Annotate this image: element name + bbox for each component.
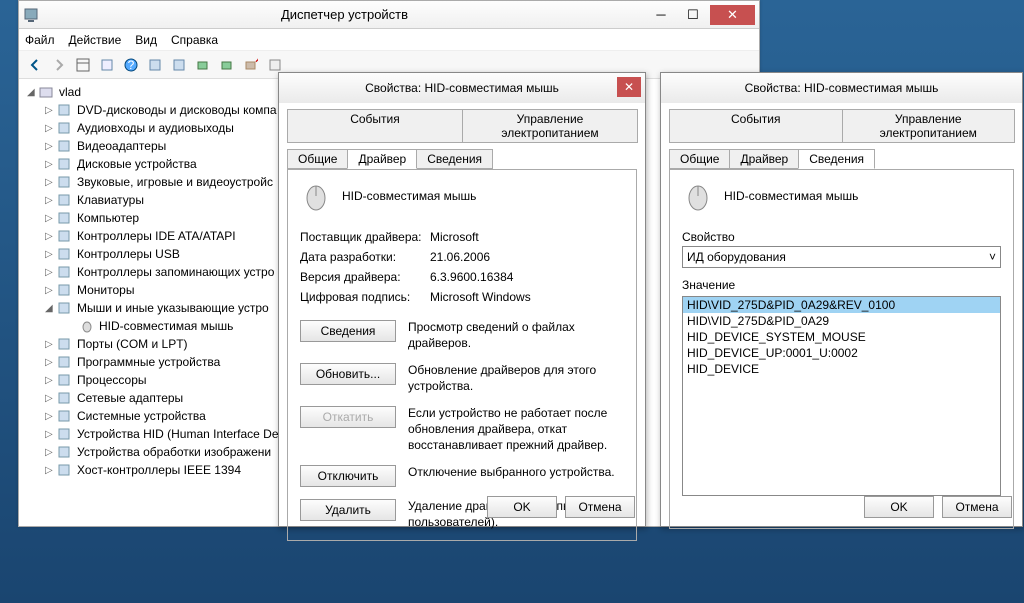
cancel-button[interactable]: Отмена <box>565 496 635 518</box>
tab-body: HID-совместимая мышь Свойство ИД оборудо… <box>669 169 1014 529</box>
properties-dialog-details: Свойства: HID-совместимая мышь События У… <box>660 72 1023 527</box>
detail-icon[interactable] <box>73 55 93 75</box>
info-row: Цифровая подпись:Microsoft Windows <box>300 290 624 304</box>
action-button[interactable]: Отключить <box>300 465 396 487</box>
info-value: Microsoft Windows <box>430 290 531 304</box>
app-icon <box>23 7 39 23</box>
tab-events[interactable]: События <box>669 109 843 143</box>
list-item[interactable]: HID_DEVICE_UP:0001_U:0002 <box>683 345 1000 361</box>
info-row: Версия драйвера:6.3.9600.16384 <box>300 270 624 284</box>
update-icon[interactable] <box>217 55 237 75</box>
button-row: Отключить Отключение выбранного устройств… <box>300 465 624 487</box>
cancel-button[interactable]: Отмена <box>942 496 1012 518</box>
tab-details[interactable]: Сведения <box>798 149 875 169</box>
forward-icon[interactable] <box>49 55 69 75</box>
svg-text:✕: ✕ <box>254 58 258 66</box>
info-value: 21.06.2006 <box>430 250 490 264</box>
help-icon[interactable]: ? <box>121 55 141 75</box>
minimize-button[interactable]: ─ <box>646 5 676 25</box>
close-button[interactable]: ✕ <box>710 5 755 25</box>
window-title: Диспетчер устройств <box>45 7 644 22</box>
tab-general[interactable]: Общие <box>287 149 348 169</box>
button-row: Обновить... Обновление драйверов для этог… <box>300 363 624 394</box>
value-listbox[interactable]: HID\VID_275D&PID_0A29&REV_0100HID\VID_27… <box>682 296 1001 496</box>
menu-file[interactable]: Файл <box>25 33 55 47</box>
device-name: HID-совместимая мышь <box>724 189 858 203</box>
ok-button[interactable]: OK <box>864 496 934 518</box>
mouse-icon <box>300 180 332 212</box>
tab-row-top: События Управление электропитанием <box>287 109 637 143</box>
list-item[interactable]: HID\VID_275D&PID_0A29&REV_0100 <box>683 297 1000 313</box>
info-label: Дата разработки: <box>300 250 430 264</box>
properties-dialog-driver: Свойства: HID-совместимая мышь ✕ События… <box>278 72 646 527</box>
property-label: Свойство <box>682 230 1001 244</box>
properties-icon[interactable] <box>97 55 117 75</box>
dialog-title-text: Свойства: HID-совместимая мышь <box>745 81 939 95</box>
combo-value: ИД оборудования <box>687 250 786 264</box>
tab-details[interactable]: Сведения <box>416 149 493 169</box>
close-icon[interactable]: ✕ <box>617 77 641 97</box>
tab-row-top: События Управление электропитанием <box>669 109 1014 143</box>
property-combo[interactable]: ИД оборудования ˅ <box>682 246 1001 268</box>
tab-driver[interactable]: Драйвер <box>729 149 799 169</box>
info-label: Версия драйвера: <box>300 270 430 284</box>
list-item[interactable]: HID_DEVICE <box>683 361 1000 377</box>
chevron-down-icon: ˅ <box>989 250 996 264</box>
action-button[interactable]: Сведения <box>300 320 396 342</box>
value-label: Значение <box>682 278 1001 292</box>
ok-button[interactable]: OK <box>487 496 557 518</box>
action-button[interactable]: Обновить... <box>300 363 396 385</box>
titlebar: Диспетчер устройств ─ ☐ ✕ <box>19 1 759 29</box>
button-desc: Просмотр сведений о файлах драйверов. <box>408 320 624 351</box>
info-label: Цифровая подпись: <box>300 290 430 304</box>
dialog-title: Свойства: HID-совместимая мышь <box>661 73 1022 103</box>
menu-help[interactable]: Справка <box>171 33 218 47</box>
dialog-title-text: Свойства: HID-совместимая мышь <box>365 81 559 95</box>
menu-action[interactable]: Действие <box>69 33 122 47</box>
tab-body: HID-совместимая мышь Поставщик драйвера:… <box>287 169 637 541</box>
button-desc: Отключение выбранного устройства. <box>408 465 624 481</box>
tab-general[interactable]: Общие <box>669 149 730 169</box>
list-item[interactable]: HID_DEVICE_SYSTEM_MOUSE <box>683 329 1000 345</box>
maximize-button[interactable]: ☐ <box>678 5 708 25</box>
dialog-title: Свойства: HID-совместимая мышь ✕ <box>279 73 645 103</box>
info-row: Поставщик драйвера:Microsoft <box>300 230 624 244</box>
tool-icon-1[interactable] <box>145 55 165 75</box>
button-desc: Обновление драйверов для этого устройств… <box>408 363 624 394</box>
tab-driver[interactable]: Драйвер <box>347 149 417 169</box>
tab-row-bottom: Общие Драйвер Сведения <box>669 149 1014 169</box>
mouse-icon <box>682 180 714 212</box>
button-row: Сведения Просмотр сведений о файлах драйв… <box>300 320 624 351</box>
device-name: HID-совместимая мышь <box>342 189 476 203</box>
tool-icon-2[interactable] <box>169 55 189 75</box>
svg-text:?: ? <box>128 58 135 72</box>
tab-power[interactable]: Управление электропитанием <box>842 109 1016 143</box>
info-value: 6.3.9600.16384 <box>430 270 513 284</box>
tab-row-bottom: Общие Драйвер Сведения <box>287 149 637 169</box>
tab-events[interactable]: События <box>287 109 463 143</box>
action-button[interactable]: Удалить <box>300 499 396 521</box>
tab-power[interactable]: Управление электропитанием <box>462 109 638 143</box>
menu-view[interactable]: Вид <box>135 33 157 47</box>
uninstall-icon[interactable]: ✕ <box>241 55 261 75</box>
button-row: Откатить Если устройство не работает посл… <box>300 406 624 453</box>
scan-icon[interactable] <box>193 55 213 75</box>
menubar: Файл Действие Вид Справка <box>19 29 759 51</box>
button-desc: Если устройство не работает после обновл… <box>408 406 624 453</box>
info-row: Дата разработки:21.06.2006 <box>300 250 624 264</box>
info-label: Поставщик драйвера: <box>300 230 430 244</box>
info-value: Microsoft <box>430 230 479 244</box>
back-icon[interactable] <box>25 55 45 75</box>
list-item[interactable]: HID\VID_275D&PID_0A29 <box>683 313 1000 329</box>
action-button: Откатить <box>300 406 396 428</box>
